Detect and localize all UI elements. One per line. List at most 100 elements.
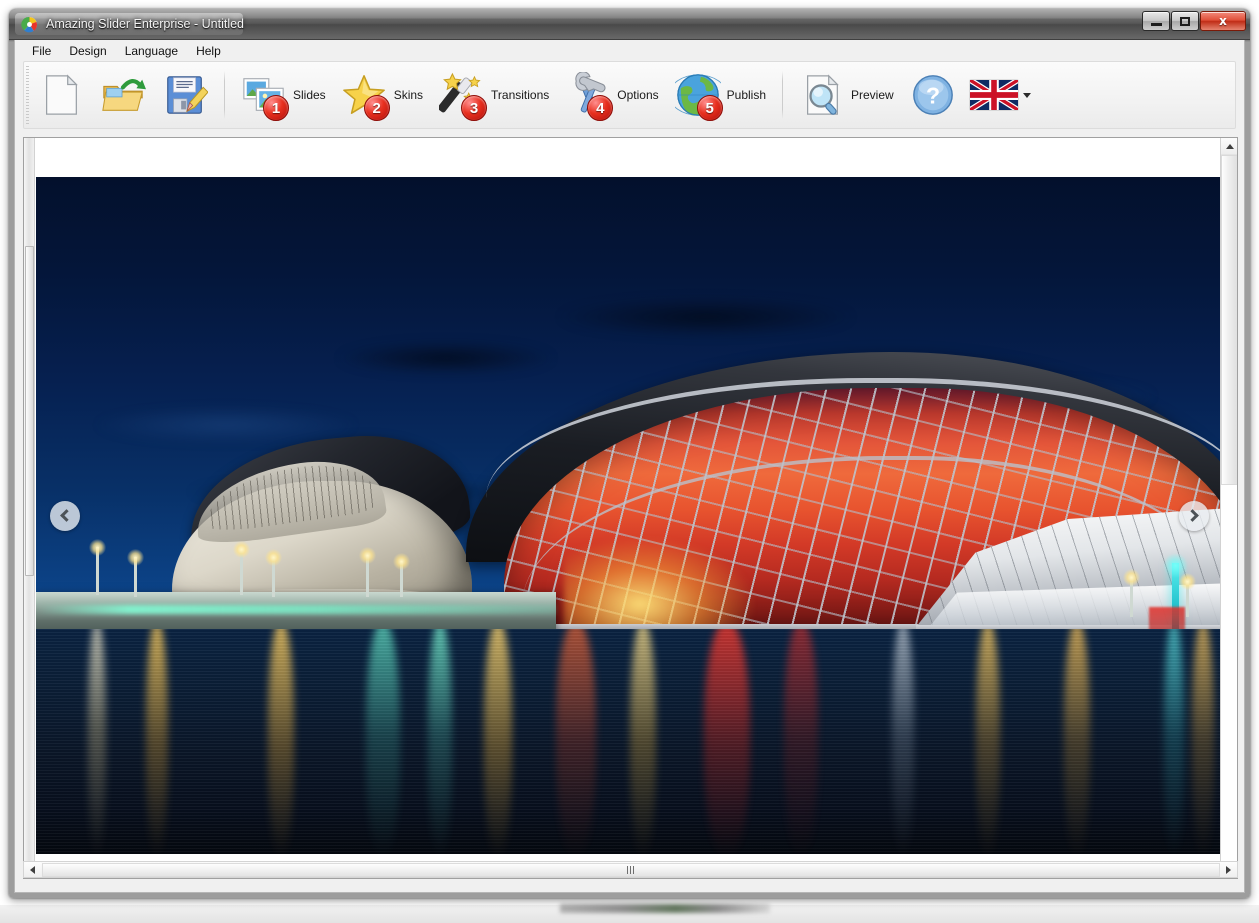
street-lamp-1 — [96, 547, 99, 595]
street-lamp-5 — [366, 555, 369, 597]
transitions-label: Transitions — [491, 88, 549, 102]
minimize-button[interactable] — [1142, 11, 1170, 31]
new-project-button[interactable] — [30, 65, 92, 125]
prev-slide-arrow[interactable] — [50, 501, 80, 531]
publish-button[interactable]: 5 Publish — [667, 65, 774, 125]
menu-bar: File Design Language Help — [15, 40, 1244, 61]
magic-wand-icon: 3 — [439, 72, 485, 118]
title-bar[interactable]: Amazing Slider Enterprise - Untitled x — [9, 9, 1250, 40]
main-toolbar: 1 Slides 2 Skins — [23, 61, 1236, 129]
horizontal-scroll-thumb[interactable] — [42, 863, 1220, 877]
triangle-up-icon — [1226, 144, 1234, 149]
maximize-icon — [1180, 17, 1190, 26]
reflection-red-2 — [704, 629, 750, 854]
slides-label: Slides — [293, 88, 326, 102]
street-lamp-4 — [272, 557, 275, 597]
status-area — [16, 879, 1243, 891]
water-reflection-area — [36, 629, 1221, 854]
close-button[interactable]: x — [1200, 11, 1246, 31]
close-icon: x — [1219, 15, 1227, 27]
publish-label: Publish — [727, 88, 766, 102]
reflection-gold-2 — [268, 629, 294, 854]
uk-flag-icon — [970, 80, 1018, 110]
cloud-3 — [96, 407, 356, 443]
help-button[interactable]: ? — [902, 65, 964, 125]
amazing-slider-logo-icon — [21, 16, 38, 33]
bridge-teal-glow — [36, 605, 556, 614]
slides-step-badge: 1 — [263, 95, 289, 121]
menu-item-help[interactable]: Help — [187, 42, 230, 60]
skins-label: Skins — [394, 88, 423, 102]
reflection-gold-6 — [1064, 629, 1090, 854]
cloud-2 — [556, 297, 856, 337]
reflection-gold-5 — [976, 629, 1000, 854]
save-project-button[interactable] — [154, 65, 216, 125]
reflection-red-1 — [556, 629, 596, 854]
triangle-left-icon — [30, 866, 35, 874]
options-label: Options — [617, 88, 658, 102]
window-horizontal-scrollbar[interactable] — [23, 861, 1238, 878]
scroll-right-button[interactable] — [1220, 862, 1237, 877]
reflection-white-1 — [88, 629, 106, 854]
reflection-teal-1 — [366, 629, 400, 854]
preview-vertical-scrollbar[interactable] — [1220, 138, 1237, 878]
menu-item-file[interactable]: File — [23, 42, 60, 60]
scroll-left-button[interactable] — [24, 862, 41, 877]
slide-image[interactable] — [36, 177, 1221, 854]
street-lamp-8 — [1186, 581, 1189, 617]
toolbar-separator-2 — [782, 71, 783, 119]
toolbar-separator-1 — [224, 71, 225, 119]
skins-button[interactable]: 2 Skins — [334, 65, 431, 125]
triangle-right-icon — [1226, 866, 1231, 874]
reflection-red-3 — [784, 629, 818, 854]
chevron-right-icon — [1186, 509, 1199, 522]
reflection-white-2 — [892, 629, 914, 854]
reflection-teal-2 — [428, 629, 452, 854]
street-lamp-3 — [240, 549, 243, 595]
scroll-up-button[interactable] — [1221, 138, 1238, 155]
application-window: Amazing Slider Enterprise - Untitled x F… — [9, 9, 1250, 898]
slider-canvas — [36, 139, 1221, 878]
transitions-button[interactable]: 3 Transitions — [431, 65, 557, 125]
window-client-area: File Design Language Help — [14, 40, 1245, 893]
slider-preview-pane — [23, 137, 1238, 879]
reflection-gold-7 — [1192, 629, 1214, 854]
street-lamp-7 — [1130, 577, 1133, 617]
save-floppy-pencil-icon — [162, 72, 208, 118]
desktop-wallpaper-smudge — [560, 904, 770, 913]
transitions-step-badge: 3 — [461, 95, 487, 121]
chevron-left-icon — [60, 509, 73, 522]
next-slide-arrow[interactable] — [1179, 501, 1209, 531]
vertical-scroll-track[interactable] — [1221, 485, 1238, 861]
star-icon: 2 — [342, 72, 388, 118]
street-lamp-6 — [400, 561, 403, 597]
preview-button[interactable]: Preview — [791, 65, 902, 125]
globe-icon: 5 — [675, 72, 721, 118]
menu-item-language[interactable]: Language — [116, 42, 187, 60]
publish-step-badge: 5 — [697, 95, 723, 121]
new-document-icon — [38, 72, 84, 118]
street-lamp-2 — [134, 557, 137, 597]
question-mark-icon: ? — [910, 72, 956, 118]
slides-button[interactable]: 1 Slides — [233, 65, 334, 125]
window-controls: x — [1142, 11, 1246, 31]
preview-left-scroll-thumb[interactable] — [25, 246, 34, 576]
language-selector[interactable] — [964, 65, 1037, 125]
skins-step-badge: 2 — [364, 95, 390, 121]
photos-stack-icon: 1 — [241, 72, 287, 118]
reflection-gold-1 — [146, 629, 168, 854]
options-button[interactable]: 4 Options — [557, 65, 666, 125]
open-folder-icon — [100, 72, 146, 118]
window-title: Amazing Slider Enterprise - Untitled — [46, 17, 244, 31]
scroll-grip-icon — [627, 866, 636, 874]
reflection-teal-3 — [1164, 629, 1184, 854]
chevron-down-icon[interactable] — [1023, 93, 1031, 98]
menu-item-design[interactable]: Design — [60, 42, 115, 60]
vertical-scroll-thumb[interactable] — [1221, 155, 1238, 485]
open-project-button[interactable] — [92, 65, 154, 125]
preview-label: Preview — [851, 88, 894, 102]
svg-text:?: ? — [926, 83, 940, 109]
preview-left-scroll-track[interactable] — [24, 138, 35, 878]
maximize-button[interactable] — [1171, 11, 1199, 31]
preview-magnifier-icon — [799, 72, 845, 118]
